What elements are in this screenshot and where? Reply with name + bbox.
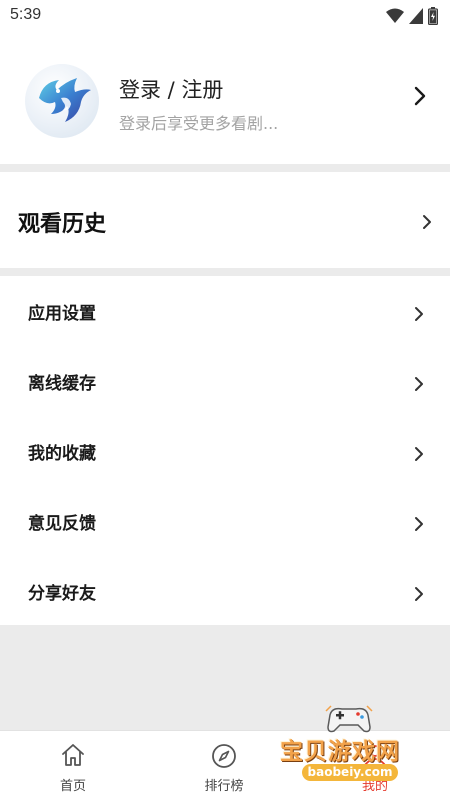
chevron-right-icon bbox=[415, 517, 423, 531]
nav-label: 排行榜 bbox=[204, 779, 244, 794]
watermark-text: 宝贝游戏网 bbox=[280, 739, 400, 765]
chevron-right-icon bbox=[414, 86, 426, 106]
menu-item-label: 应用设置 bbox=[28, 304, 96, 324]
chevron-right-icon bbox=[415, 447, 423, 461]
menu-item-label: 意见反馈 bbox=[28, 514, 96, 534]
nav-home[interactable]: 首页 bbox=[13, 731, 133, 801]
status-icons bbox=[386, 7, 438, 25]
status-time: 5:39 bbox=[10, 6, 42, 23]
menu-item-feedback[interactable]: 意见反馈 bbox=[0, 486, 450, 556]
watch-history-row[interactable]: 观看历史 bbox=[0, 172, 450, 268]
cellular-icon bbox=[409, 8, 423, 24]
login-register-title[interactable]: 登录 / 注册 bbox=[119, 74, 223, 104]
avatar[interactable] bbox=[25, 64, 99, 138]
login-hint-text: 登录后享受更多看剧... bbox=[119, 114, 279, 133]
nav-ranking[interactable]: 排行榜 bbox=[164, 731, 284, 801]
menu-item-label: 我的收藏 bbox=[28, 444, 96, 464]
chevron-right-icon bbox=[415, 307, 423, 321]
chevron-right-icon bbox=[415, 377, 423, 391]
watermark: 宝贝游戏网 baobeiy.com bbox=[280, 705, 430, 795]
dragon-logo-icon bbox=[39, 78, 91, 122]
settings-menu: 应用设置 离线缓存 我的收藏 意见反馈 分享好友 bbox=[0, 276, 450, 625]
section-divider bbox=[0, 268, 450, 276]
menu-item-label: 离线缓存 bbox=[28, 374, 96, 394]
home-icon bbox=[62, 744, 84, 766]
menu-item-app-settings[interactable]: 应用设置 bbox=[0, 276, 450, 346]
menu-item-label: 分享好友 bbox=[28, 584, 96, 604]
battery-icon bbox=[428, 7, 438, 25]
watch-history-label: 观看历史 bbox=[18, 212, 107, 237]
watermark-url: baobeiy.com bbox=[302, 764, 398, 781]
nav-label: 首页 bbox=[59, 779, 86, 794]
compass-icon bbox=[212, 744, 236, 768]
status-bar: 5:39 bbox=[0, 0, 450, 34]
section-divider bbox=[0, 164, 450, 172]
gamepad-icon bbox=[325, 705, 373, 733]
menu-item-offline-cache[interactable]: 离线缓存 bbox=[0, 346, 450, 416]
chevron-right-icon bbox=[415, 587, 423, 601]
wifi-icon bbox=[386, 8, 404, 23]
profile-login-row[interactable]: 登录 / 注册 登录后享受更多看剧... bbox=[0, 34, 450, 164]
menu-item-share[interactable]: 分享好友 bbox=[0, 556, 450, 626]
chevron-right-icon bbox=[423, 215, 431, 229]
menu-item-favorites[interactable]: 我的收藏 bbox=[0, 416, 450, 486]
